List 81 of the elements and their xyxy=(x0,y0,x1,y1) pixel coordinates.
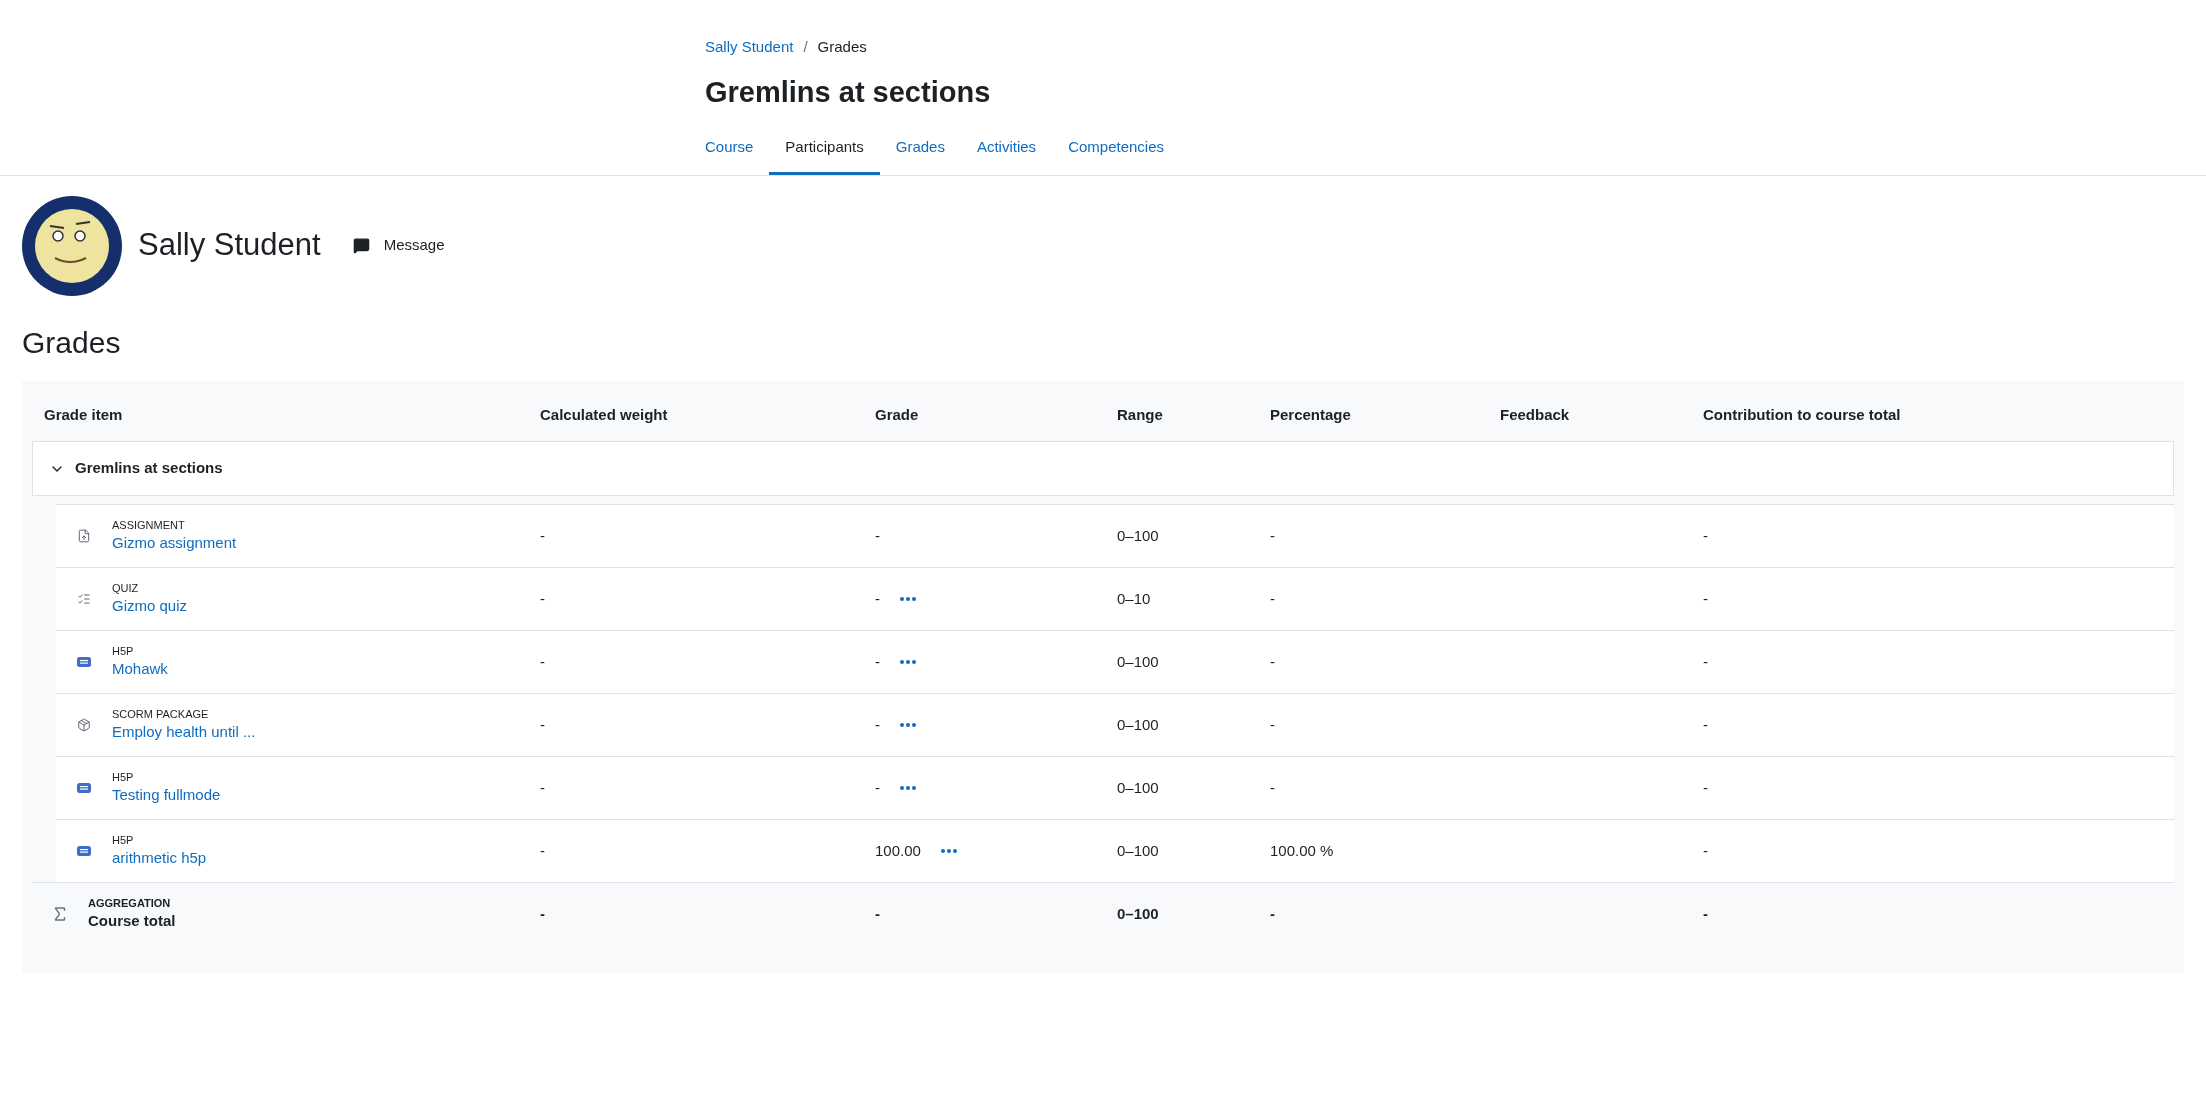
more-icon[interactable] xyxy=(900,723,916,727)
item-type: H5P xyxy=(112,833,135,847)
item-link[interactable]: Gizmo quiz xyxy=(112,595,188,617)
file-upload-icon xyxy=(77,529,91,543)
weight-cell-text: - xyxy=(540,840,546,861)
nav-tab[interactable]: Grades xyxy=(879,130,961,175)
page-title: Gremlins at sections xyxy=(705,74,992,110)
item-link[interactable]: Employ health until ... xyxy=(112,721,256,743)
item-type: AGGREGATION xyxy=(88,896,172,910)
list-icon xyxy=(77,592,91,606)
message-icon xyxy=(352,237,370,254)
h5p-icon xyxy=(77,657,91,667)
column-header: Calculated weight xyxy=(540,404,669,425)
more-icon[interactable] xyxy=(940,849,957,853)
category-name: Gremlins at sections xyxy=(75,458,223,479)
percentage-cell-text: - xyxy=(1270,714,1276,735)
column-header: Feedback xyxy=(1500,404,1571,425)
package-icon xyxy=(77,718,91,732)
range-cell-text: 0–10 xyxy=(1117,588,1152,609)
grade-cell-text: - xyxy=(875,903,881,924)
grade-value: - xyxy=(875,525,880,546)
weight-cell-text: - xyxy=(540,777,546,798)
item-type: SCORM PACKAGE xyxy=(112,707,210,721)
grade-value: 100.00 xyxy=(875,840,921,861)
range-cell-text: 0–100 xyxy=(1117,840,1160,861)
grade-value: - xyxy=(875,714,880,735)
column-header: Percentage xyxy=(1270,404,1352,425)
nav-tab[interactable]: Activities xyxy=(960,130,1053,175)
percentage-cell-text: - xyxy=(1270,525,1276,546)
more-icon[interactable] xyxy=(900,597,916,601)
column-header: Range xyxy=(1117,404,1164,425)
contribution-cell-text: - xyxy=(1703,651,1708,672)
more-icon[interactable] xyxy=(900,786,916,790)
nav-tab[interactable]: Competencies xyxy=(1052,130,1180,175)
grade-value: - xyxy=(875,651,880,672)
nav-tab[interactable]: Participants xyxy=(769,130,880,175)
range-cell-text: 0–100 xyxy=(1117,777,1160,798)
item-link[interactable]: Gizmo assignment xyxy=(112,532,237,554)
contribution-cell-text: - xyxy=(1703,714,1708,735)
percentage-cell-text: - xyxy=(1270,777,1276,798)
breadcrumb-link[interactable]: Sally Student xyxy=(705,36,794,59)
column-header: Contribution to course total xyxy=(1703,404,1901,425)
percentage-cell-text: 100.00 % xyxy=(1270,840,1335,861)
item-link[interactable]: arithmetic h5p xyxy=(112,847,207,869)
message-button[interactable]: Message xyxy=(352,234,445,257)
section-heading: Grades xyxy=(22,324,122,361)
weight-cell-text: - xyxy=(540,714,546,735)
range-cell-text: 0–100 xyxy=(1117,903,1160,924)
more-icon[interactable] xyxy=(900,660,916,664)
item-type: H5P xyxy=(112,644,135,658)
contribution-cell-text: - xyxy=(1703,588,1708,609)
item-link[interactable]: Testing fullmode xyxy=(112,784,221,806)
total-name: Course total xyxy=(88,911,176,931)
contribution-cell-text: - xyxy=(1703,777,1708,798)
weight-cell-text: - xyxy=(540,588,546,609)
percentage-cell-text: - xyxy=(1270,588,1276,609)
item-link[interactable]: Mohawk xyxy=(112,658,168,680)
nav-tab[interactable]: Course xyxy=(689,130,770,175)
weight-cell-text: - xyxy=(540,903,546,924)
item-type: QUIZ xyxy=(112,581,140,595)
percentage-cell-text: - xyxy=(1270,651,1276,672)
grade-value: - xyxy=(875,588,880,609)
contribution-cell-text: - xyxy=(1703,903,1708,924)
weight-cell-text: - xyxy=(540,525,546,546)
contribution-cell-text: - xyxy=(1703,525,1708,546)
range-cell-text: 0–100 xyxy=(1117,525,1160,546)
range-cell-text: 0–100 xyxy=(1117,714,1160,735)
percentage-cell-text: - xyxy=(1270,903,1276,924)
contribution-cell-text: - xyxy=(1703,840,1708,861)
item-type: H5P xyxy=(112,770,135,784)
user-name: Sally Student xyxy=(138,226,321,265)
column-header: Grade item xyxy=(44,404,124,425)
breadcrumb-separator: / xyxy=(803,37,808,57)
breadcrumb-current: Grades xyxy=(817,37,867,57)
weight-cell-text: - xyxy=(540,651,546,672)
grade-value: - xyxy=(875,777,880,798)
h5p-icon xyxy=(77,846,91,856)
item-type: ASSIGNMENT xyxy=(112,518,186,532)
column-header: Grade xyxy=(875,404,920,425)
h5p-icon xyxy=(77,783,91,793)
range-cell-text: 0–100 xyxy=(1117,651,1160,672)
